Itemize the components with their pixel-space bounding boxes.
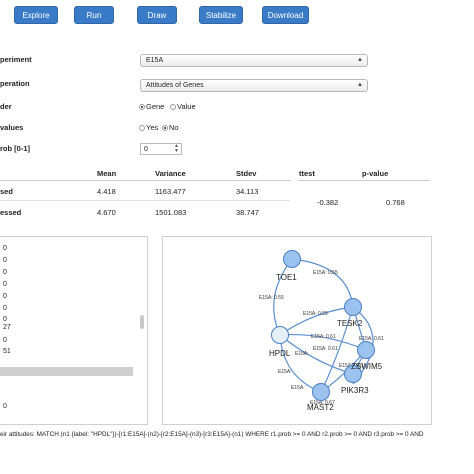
radio-selected-icon [162,125,168,131]
node-label: TESK2 [337,319,363,328]
node-label: MAST2 [307,403,334,412]
spinner-icon[interactable]: ▲ ▼ [174,144,179,154]
node-toe1[interactable] [283,250,301,268]
row-mean: 4.670 [97,208,116,217]
experiment-label: periment [0,55,32,64]
row-label: sed [0,187,13,196]
values-no-radio[interactable]: No [162,123,179,132]
list-item: 0 [3,245,7,252]
list-item: 0 [3,269,7,276]
select-arrows-icon: ▲ [357,57,363,63]
list-item: 0 [3,305,7,312]
order-gene-label: Gene [146,102,165,111]
node-zswim5[interactable] [357,341,375,359]
order-label: der [0,102,12,111]
header-variance: Variance [155,169,186,178]
node-hpdl[interactable] [271,326,289,344]
prob-input[interactable]: 0 ▲ ▼ [140,143,182,155]
radio-empty-icon [139,125,145,131]
node-label: PIK3R3 [341,386,369,395]
edge-label: E15A: 0.61 [359,336,384,342]
operation-value: Attitudes of Genes [146,82,204,89]
list-item: 0 [3,337,7,344]
graph-panel[interactable]: E15A: 0.55 E15A: 0.55 E15A: 0.61 E15A: 0… [162,236,432,425]
row-divider [0,200,290,201]
edge-label: E15A: [295,351,309,357]
order-value-label: Value [177,102,196,111]
draw-button[interactable]: Draw [137,6,177,24]
experiment-select[interactable]: E15A ▲ [140,54,368,67]
list-item: 0 [3,403,7,410]
radio-empty-icon [170,104,176,110]
select-arrows-icon: ▲ [357,82,363,88]
edge-label: E15A: [291,385,305,391]
row-label: essed [0,208,22,217]
results-list-panel[interactable]: 0 0 0 0 0 0 0 27 0 51 0 [0,236,148,425]
values-no-label: No [169,123,179,132]
values-yes-radio[interactable]: Yes [139,123,158,132]
edge-label: E15A: [278,369,292,375]
table-divider [298,180,430,181]
query-text: eir attitudes: MATCH (n1 {label: "HPDL"}… [0,431,424,438]
edge [291,258,354,308]
edge-label: E15A: 0.55 [313,270,338,276]
list-item: 0 [3,316,7,323]
values-yes-label: Yes [146,123,159,132]
row-mean: 4.418 [97,187,116,196]
node-tesk2[interactable] [344,298,362,316]
node-label: HPDL [269,349,291,358]
prob-label: rob [0-1] [0,144,30,153]
pvalue-value: 0.768 [386,198,405,207]
list-item: 51 [3,348,11,355]
header-pvalue: p-value [362,169,389,178]
row-variance: 1163.477 [155,187,186,196]
explore-button[interactable]: Explore [14,6,58,24]
values-label: values [0,123,24,132]
list-item: 0 [3,281,7,288]
header-ttest: ttest [299,169,315,178]
stabilize-button[interactable]: Stabilize [199,6,243,24]
selected-list-item[interactable] [0,367,133,376]
list-item: 0 [3,293,7,300]
download-button[interactable]: Download [262,6,309,24]
edge-label: E15A: 0.55 [259,295,284,301]
node-mast2[interactable] [312,383,330,401]
list-item: 0 [3,257,7,264]
operation-select[interactable]: Attitudes of Genes ▲ [140,79,368,92]
table-divider [0,180,290,181]
ttest-value: -0.382 [317,198,339,207]
edge-label: E15A: 0.61 [313,346,338,352]
row-variance: 1501.083 [155,208,187,217]
row-stdev: 34.113 [236,187,259,196]
operation-label: peration [0,79,30,88]
order-value-radio[interactable]: Value [170,102,196,111]
node-label: ZSWIM5 [351,362,383,371]
header-mean: Mean [97,169,117,178]
header-stdev: Stdev [236,169,257,178]
list-item: 27 [3,324,11,331]
prob-value: 0 [144,146,148,153]
experiment-value: E15A [146,57,164,64]
network-graph[interactable]: E15A: 0.55 E15A: 0.55 E15A: 0.61 E15A: 0… [163,237,431,424]
edge-label: E15A: 0.55 [303,311,328,317]
run-button[interactable]: Run [74,6,114,24]
row-stdev: 38.747 [236,208,259,217]
edge [279,334,322,393]
radio-selected-icon [139,104,145,110]
node-label: TOE1 [276,273,297,282]
edge-label: E15A: 0.61 [311,334,336,340]
order-gene-radio[interactable]: Gene [139,102,164,111]
scrollbar-thumb[interactable] [140,315,144,329]
